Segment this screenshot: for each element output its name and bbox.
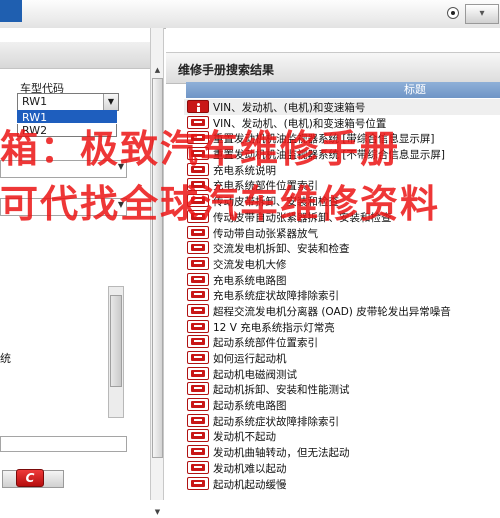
- scroll-down-icon[interactable]: ▼: [152, 508, 163, 518]
- model-code-select[interactable]: RW1 ▼: [17, 93, 119, 111]
- scroll-up-icon[interactable]: ▲: [152, 66, 163, 76]
- result-title-link[interactable]: 起动机电磁阀测试: [213, 367, 297, 382]
- manual-document-icon: [187, 319, 209, 333]
- result-row[interactable]: 充电系统电路图: [184, 272, 500, 288]
- result-row[interactable]: 起动机拆卸、安装和性能测试: [184, 381, 500, 397]
- result-title-link[interactable]: 交流发电机拆卸、安装和检查: [213, 241, 350, 256]
- radio-button[interactable]: [447, 7, 459, 19]
- result-row[interactable]: 发动机不起动: [184, 428, 500, 444]
- result-title-link[interactable]: 发动机曲轴转动，但无法起动: [213, 445, 350, 460]
- result-title-link[interactable]: 起动系统部件位置索引: [213, 335, 318, 350]
- results-scrollbar[interactable]: ▲ ▼: [150, 28, 164, 516]
- result-row[interactable]: 起动系统电路图: [184, 397, 500, 413]
- result-title-link[interactable]: 交流发电机大修: [213, 257, 287, 272]
- result-row[interactable]: VIN、发动机、(电机)和变速箱号: [184, 99, 500, 115]
- manual-document-icon: [187, 256, 209, 270]
- manual-document-icon: [187, 303, 209, 317]
- result-title-link[interactable]: 发动机不起动: [213, 429, 276, 444]
- result-title-link[interactable]: 起动系统电路图: [213, 398, 287, 413]
- chevron-down-icon[interactable]: ▼: [103, 94, 118, 110]
- manual-document-icon: [187, 382, 209, 396]
- manual-document-icon: [187, 335, 209, 349]
- result-title-link[interactable]: 发动机难以起动: [213, 461, 287, 476]
- results-header: 维修手册搜索结果: [166, 52, 500, 84]
- watermark-line-2: 可代找全球汽车维修资料: [0, 182, 441, 226]
- result-title-link[interactable]: 如何运行起动机: [213, 351, 287, 366]
- keyword-input[interactable]: [0, 436, 127, 452]
- result-row[interactable]: 交流发电机大修: [184, 256, 500, 272]
- app-logo-icon: [0, 0, 22, 22]
- manual-document-icon: [187, 241, 209, 255]
- clear-icon[interactable]: C: [16, 469, 44, 487]
- result-title-link[interactable]: 起动机拆卸、安装和性能测试: [213, 382, 350, 397]
- result-row[interactable]: 起动机起动缓慢: [184, 476, 500, 492]
- result-row[interactable]: 发动机曲轴转动，但无法起动: [184, 444, 500, 460]
- manual-document-icon: [187, 445, 209, 459]
- manual-document-icon: [187, 288, 209, 302]
- manual-document-icon: [187, 413, 209, 427]
- result-row[interactable]: 充电系统症状故障排除索引: [184, 287, 500, 303]
- left-scrollbar-thumb[interactable]: [110, 295, 122, 387]
- result-title-link[interactable]: 起动机起动缓慢: [213, 477, 287, 492]
- result-title-link[interactable]: 充电系统电路图: [213, 273, 287, 288]
- results-panel: 维修手册搜索结果 标题 VIN、发动机、(电机)和变速箱号 VIN、发动机、(电机…: [166, 28, 500, 500]
- column-header-title[interactable]: 标题: [186, 82, 500, 98]
- result-row[interactable]: 起动系统症状故障排除索引: [184, 413, 500, 429]
- search-panel-header: [0, 42, 150, 69]
- result-row[interactable]: 起动系统部件位置索引: [184, 334, 500, 350]
- result-row[interactable]: 如何运行起动机: [184, 350, 500, 366]
- results-title: 维修手册搜索结果: [178, 63, 275, 77]
- search-panel: 车型代码 RW1 ▼ RW1 RW2 ▼ ▼ 统 C: [0, 28, 150, 500]
- system-label-fragment: 统: [0, 352, 11, 365]
- watermark-line-1: 箱：极致汽车维修手册: [0, 127, 401, 171]
- result-row[interactable]: 交流发电机拆卸、安装和检查: [184, 240, 500, 256]
- result-row[interactable]: 发动机难以起动: [184, 460, 500, 476]
- result-title-link[interactable]: VIN、发动机、(电机)和变速箱号: [213, 100, 365, 115]
- manual-document-icon: [187, 272, 209, 286]
- manual-document-icon: [187, 429, 209, 443]
- model-code-value: RW1: [22, 95, 48, 108]
- result-title-link[interactable]: 充电系统症状故障排除索引: [213, 288, 339, 303]
- manual-document-icon: [187, 460, 209, 474]
- left-action-bar: C: [0, 468, 150, 490]
- top-toolbar: ▾: [0, 0, 500, 29]
- manual-document-icon: [187, 476, 209, 490]
- result-row[interactable]: 起动机电磁阀测试: [184, 366, 500, 382]
- left-scrollbar[interactable]: [108, 286, 124, 418]
- toolbar-menu-button[interactable]: ▾: [465, 4, 499, 24]
- result-title-link[interactable]: 起动系统症状故障排除索引: [213, 414, 339, 429]
- result-title-link[interactable]: 超程交流发电机分离器 (OAD) 皮带轮发出异常噪音: [213, 304, 451, 319]
- result-row[interactable]: 12 V 充电系统指示灯常亮: [184, 319, 500, 335]
- manual-document-icon: [187, 351, 209, 364]
- manual-document-icon: [187, 398, 209, 412]
- result-title-link[interactable]: 12 V 充电系统指示灯常亮: [213, 320, 335, 335]
- manual-document-icon: [187, 366, 209, 380]
- result-row[interactable]: 超程交流发电机分离器 (OAD) 皮带轮发出异常噪音: [184, 303, 500, 319]
- column-header-label: 标题: [404, 83, 426, 96]
- info-icon: [187, 100, 209, 113]
